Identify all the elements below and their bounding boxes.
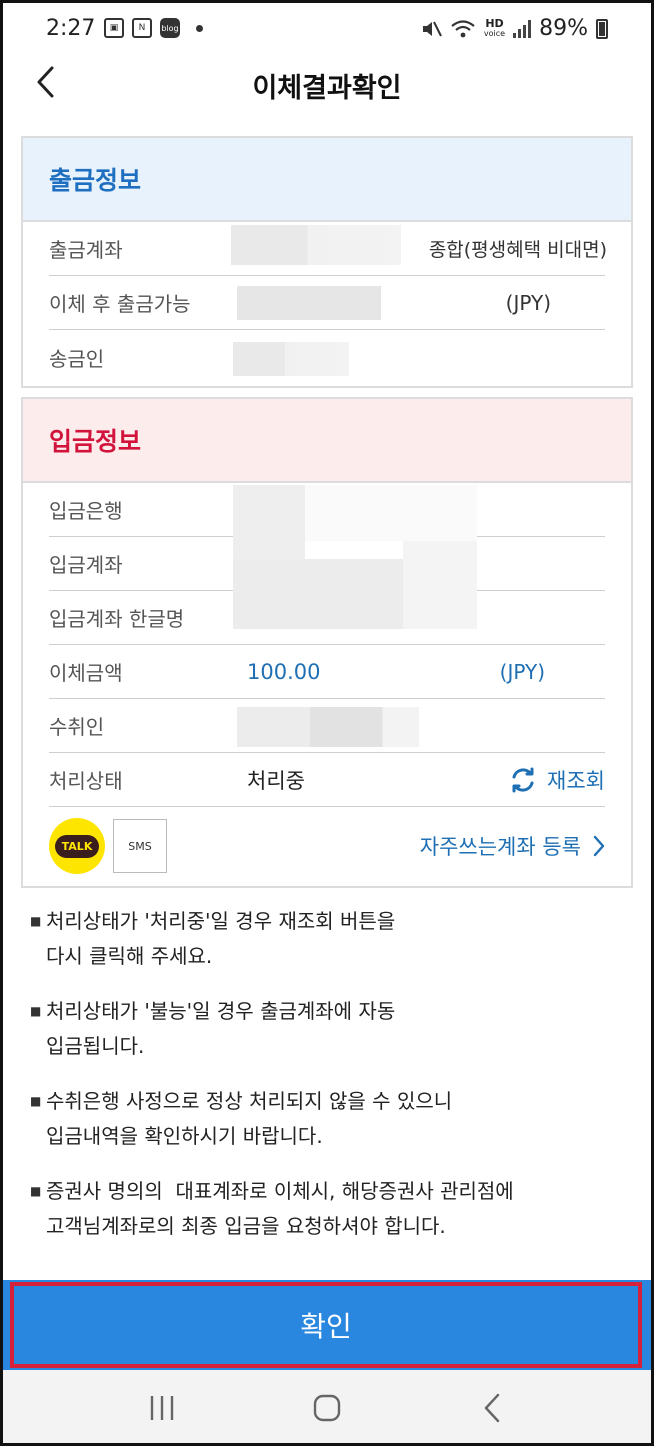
recent-apps-button[interactable]	[132, 1383, 192, 1433]
notice-item: ■ 처리상태가 '불능'일 경우 출금계좌에 자동 입금됩니다.	[30, 994, 630, 1064]
kakaotalk-share-button[interactable]: TALK	[49, 818, 105, 874]
masked-value	[233, 559, 403, 629]
n-icon: N	[132, 18, 152, 38]
requery-button[interactable]: 재조회	[509, 765, 605, 795]
notification-icons: ▣ N blog	[104, 18, 203, 38]
withdrawal-account-row: 출금계좌 종합(평생혜택 비대면)	[49, 222, 607, 276]
bullet-icon: ■	[30, 914, 42, 928]
refresh-icon	[512, 767, 534, 792]
favorite-label: 자주쓰는계좌 등록	[419, 835, 581, 859]
row-label: 입금계좌 한글명	[49, 607, 185, 631]
sms-share-button[interactable]: SMS	[113, 819, 167, 873]
processing-status: 처리중	[247, 768, 305, 793]
notice-item: ■ 증권사 명의의 대표계좌로 이체시, 해당증권사 관리점에 고객님계좌로의 …	[30, 1174, 630, 1244]
notice-item: ■ 처리상태가 '처리중'일 경우 재조회 버튼을 다시 클릭해 주세요.	[30, 904, 630, 974]
withdrawal-info-title: 출금정보	[23, 138, 631, 222]
notice-item: ■ 수취은행 사정으로 정상 처리되지 않을 수 있으니 입금내역을 확인하시기…	[30, 1084, 630, 1154]
signal-icon	[513, 19, 532, 38]
wifi-icon	[451, 19, 475, 37]
row-label: 이체금액	[49, 661, 123, 685]
system-back-button[interactable]	[462, 1383, 522, 1433]
row-label: 이체 후 출금가능	[49, 292, 191, 316]
masked-value	[233, 485, 305, 559]
row-label: 수취인	[49, 715, 105, 739]
battery-icon	[596, 18, 608, 39]
status-bar: 2:27 ▣ N blog HD voice 89%	[0, 0, 654, 60]
bullet-icon: ■	[30, 1094, 42, 1108]
row-label: 입금계좌	[49, 553, 123, 577]
notice-list: ■ 처리상태가 '처리중'일 경우 재조회 버튼을 다시 클릭해 주세요. ■ …	[30, 904, 630, 1264]
recent-apps-icon	[151, 1396, 174, 1420]
account-type: 종합(평생혜택 비대면)	[428, 239, 607, 261]
sender-row: 송금인	[49, 330, 605, 384]
register-favorite-account-link[interactable]: 자주쓰는계좌 등록	[420, 831, 605, 861]
masked-value	[305, 485, 477, 541]
withdrawal-info-card: 출금정보 출금계좌 종합(평생혜택 비대면) 이체 후 출금가능 (JPY) 송…	[21, 136, 633, 388]
row-label: 송금인	[49, 346, 105, 371]
deposit-info-title: 입금정보	[23, 399, 631, 483]
masked-value	[233, 342, 349, 376]
transfer-amount: 100.00	[247, 659, 321, 684]
share-row: TALK SMS 자주쓰는계좌 등록	[49, 807, 605, 885]
page-title: 이체결과확인	[252, 73, 402, 104]
bullet-icon: ■	[30, 1004, 42, 1018]
app-header: 이체결과확인	[0, 58, 654, 108]
transfer-amount-row: 이체금액 100.00 (JPY)	[49, 645, 605, 699]
deposit-info-card: 입금정보 입금은행 입금계좌 입금계좌 한글명 이체금액 100.00 (JPY…	[21, 397, 633, 888]
more-notifications-dot	[196, 24, 203, 32]
row-label: 입금은행	[49, 499, 123, 523]
masked-value	[237, 286, 381, 320]
blog-icon: blog	[160, 18, 180, 38]
home-icon	[313, 1394, 341, 1422]
kakaotalk-icon: TALK	[54, 834, 100, 858]
currency-unit: (JPY)	[499, 659, 545, 684]
requery-label: 재조회	[547, 768, 605, 793]
bullet-icon: ■	[30, 1184, 42, 1198]
status-time: 2:27	[46, 16, 96, 41]
masked-value	[237, 707, 419, 747]
chevron-right-icon	[593, 835, 605, 857]
currency-unit: (JPY)	[505, 290, 551, 315]
system-icons: HD voice 89%	[420, 16, 608, 41]
home-button[interactable]	[297, 1383, 357, 1433]
mute-icon	[422, 21, 442, 36]
masked-value	[403, 541, 477, 629]
battery-percent: 89%	[539, 16, 588, 41]
row-label: 출금계좌	[49, 238, 123, 262]
system-nav-bar	[0, 1370, 654, 1446]
gallery-icon: ▣	[104, 18, 124, 38]
confirm-button[interactable]: 확인	[10, 1282, 642, 1368]
masked-value	[231, 225, 401, 265]
recipient-row: 수취인	[49, 699, 605, 753]
row-label: 처리상태	[49, 769, 123, 793]
hd-voice-icon: HD voice	[483, 16, 506, 38]
status-row: 처리상태 처리중 재조회	[49, 753, 605, 807]
back-icon	[484, 1393, 499, 1423]
available-balance-row: 이체 후 출금가능 (JPY)	[49, 276, 605, 330]
